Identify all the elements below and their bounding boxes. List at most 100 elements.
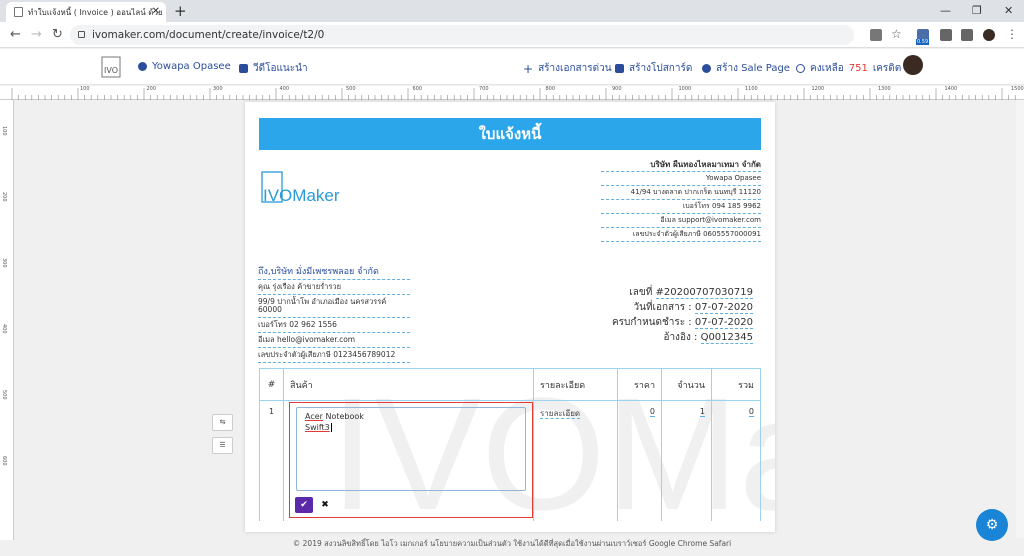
close-icon: ✖ <box>321 500 329 510</box>
company-info[interactable]: บริษัท ผืนทองไหลมาเทมา จำกัด Yowapa Opas… <box>601 158 761 242</box>
reference-label: อ้างอิง : <box>663 332 698 343</box>
reload-icon[interactable]: ↻ <box>52 27 63 42</box>
document-info[interactable]: เลขที่ #20200707030719 วันที่เอกสาร : 07… <box>612 285 753 345</box>
brand-text: IVOMaker <box>263 186 340 205</box>
translate-icon[interactable] <box>870 29 882 41</box>
user-menu[interactable]: Yowapa Opasee <box>138 61 231 72</box>
product-editor: Acer Notebook Swift3 ✔ ✖ <box>289 402 533 518</box>
credit-suffix: เครดิต <box>872 63 902 74</box>
back-icon[interactable]: ← <box>10 27 21 42</box>
camera-icon[interactable] <box>940 29 952 41</box>
row-qty[interactable]: 1 <box>699 407 705 417</box>
url-field[interactable]: ivomaker.com/document/create/invoice/t2/… <box>70 25 854 45</box>
page-favicon-icon <box>14 7 23 17</box>
add-row-tool[interactable]: ⇆ <box>212 414 233 431</box>
vruler-label: 500 <box>1 390 7 400</box>
ruler-label: 1500 <box>1011 86 1024 92</box>
user-icon <box>138 62 147 71</box>
quick-document-button[interactable]: + สร้างเอกสารด่วน <box>523 61 612 76</box>
bill-to-info[interactable]: ถึง,บริษัท มั่งมีเพชรพลอย จำกัด คุณ รุ่ง… <box>258 265 410 363</box>
star-icon[interactable]: ☆ <box>891 27 902 41</box>
close-window-icon[interactable]: ✕ <box>1004 4 1013 17</box>
profile-avatar-icon[interactable] <box>983 29 995 41</box>
product-word-misspelled: Acer <box>305 412 323 421</box>
app-header: IVO Yowapa Opasee วีดีโอแนะนำ + สร้างเอก… <box>0 49 1024 85</box>
poster-button[interactable]: สร้างโปสการ์ด <box>615 61 692 76</box>
ruler-label: 400 <box>279 86 290 92</box>
forward-icon[interactable]: → <box>31 27 42 42</box>
svg-text:IVO: IVO <box>104 66 118 75</box>
address-toolbar: ← → ↻ ivomaker.com/document/create/invoi… <box>0 22 1024 48</box>
restore-icon[interactable]: ❐ <box>972 4 982 17</box>
brand-logo[interactable]: IVOMaker <box>260 168 360 208</box>
list-tool[interactable]: ☰ <box>212 437 233 454</box>
company-tax: เลขประจำตัวผู้เสียภาษี 0605557000091 <box>601 228 761 242</box>
due-date-label: ครบกำหนดชำระ : <box>611 317 692 328</box>
vruler-label: 300 <box>1 258 7 268</box>
minimize-icon[interactable]: — <box>940 4 951 17</box>
document-title[interactable]: ใบแจ้งหนี้ <box>259 118 761 150</box>
bill-to-email: อีเมล hello@ivomaker.com <box>258 333 410 348</box>
close-tab-icon[interactable]: ✕ <box>152 6 160 17</box>
ruler-label: 700 <box>479 86 489 92</box>
ruler-label: 1000 <box>678 86 692 92</box>
gear-icon: ⚙ <box>985 517 999 533</box>
col-detail: รายละเอียด <box>533 368 618 401</box>
vertical-ruler: 100 200 300 400 500 600 <box>0 100 14 540</box>
doc-date-label: วันที่เอกสาร : <box>633 302 692 313</box>
credit-value: 751 <box>848 63 868 74</box>
bill-to-tax: เลขประจำตัวผู้เสียภาษี 0123456789012 <box>258 348 410 363</box>
doc-number-label: เลขที่ <box>629 287 653 298</box>
coin-icon <box>796 64 805 73</box>
vruler-label: 200 <box>1 192 7 202</box>
col-product: สินค้า <box>283 368 534 401</box>
vruler-label: 100 <box>1 126 7 136</box>
col-price: ราคา <box>617 368 662 401</box>
menu-dots-icon[interactable]: ⋮ <box>1006 27 1018 41</box>
browser-tab-bar: ทำใบแจ้งหนี้ ( Invoice ) ออนไลน์ ด้วย ✕ … <box>0 0 1024 22</box>
product-textarea[interactable]: Acer Notebook Swift3 <box>296 407 526 491</box>
ruler-label: 900 <box>612 86 622 92</box>
puzzle-icon[interactable] <box>961 29 973 41</box>
tab-title: ทำใบแจ้งหนี้ ( Invoice ) ออนไลน์ ด้วย <box>28 7 163 17</box>
horizontal-ruler: 100 200 300 400 500 600 700 800 900 1000 1100 1200 1… <box>0 86 1024 100</box>
poster-label: สร้างโปสการ์ด <box>629 63 693 74</box>
row-number: 1 <box>259 400 284 521</box>
product-text-rest: Notebook <box>322 412 364 421</box>
doc-date: 07-07-2020 <box>694 302 753 314</box>
bill-to-address: 99/9 ปากน้ำโพ อำเภอเมือง นครสวรรค์ 60000 <box>258 295 410 318</box>
new-tab-icon[interactable]: + <box>174 2 187 20</box>
ruler-label: 200 <box>146 86 157 92</box>
sale-page-button[interactable]: สร้าง Sale Page <box>702 61 790 76</box>
col-number: # <box>259 368 284 401</box>
credit-prefix: คงเหลือ <box>810 63 844 74</box>
quick-document-label: สร้างเอกสารด่วน <box>538 63 612 74</box>
avatar[interactable] <box>903 55 923 75</box>
row-detail[interactable]: รายละเอียด <box>540 409 581 419</box>
cancel-button[interactable]: ✖ <box>318 498 332 512</box>
scrollbar[interactable] <box>1016 100 1024 538</box>
credit-display[interactable]: คงเหลือ 751 เครดิต <box>796 61 901 76</box>
sale-page-label: สร้าง Sale Page <box>716 63 790 74</box>
reference: Q0012345 <box>700 332 753 344</box>
bill-to-phone: เบอร์โทร 02 962 1556 <box>258 318 410 333</box>
plus-icon: + <box>523 61 534 76</box>
ruler-label: 1100 <box>745 86 758 92</box>
browser-tab[interactable]: ทำใบแจ้งหนี้ ( Invoice ) ออนไลน์ ด้วย ✕ <box>6 2 166 22</box>
doc-number: #20200707030719 <box>655 287 753 299</box>
user-name: Yowapa Opasee <box>152 61 231 72</box>
video-guide-link[interactable]: วีดีโอแนะนำ <box>239 61 308 76</box>
ruler-label: 1200 <box>811 86 825 92</box>
ivo-logo-icon[interactable]: IVO <box>100 55 126 79</box>
lock-icon <box>78 31 85 38</box>
settings-fab[interactable]: ⚙ <box>976 509 1008 541</box>
confirm-button[interactable]: ✔ <box>295 497 313 513</box>
col-qty: จำนวน <box>661 368 712 401</box>
bill-to-name: ถึง,บริษัท มั่งมีเพชรพลอย จำกัด <box>258 265 410 280</box>
due-date: 07-07-2020 <box>694 317 753 329</box>
company-name: บริษัท ผืนทองไหลมาเทมา จำกัด <box>601 158 761 172</box>
invoice-paper: IVOMaker ใบแจ้งหนี้ IVOMaker บริษัท ผืนท… <box>245 102 775 532</box>
company-address: 41/94 บางตลาด ปากเกร็ด นนทบุรี 11120 <box>601 186 761 200</box>
youtube-icon <box>239 64 248 73</box>
row-price[interactable]: 0 <box>649 407 655 417</box>
